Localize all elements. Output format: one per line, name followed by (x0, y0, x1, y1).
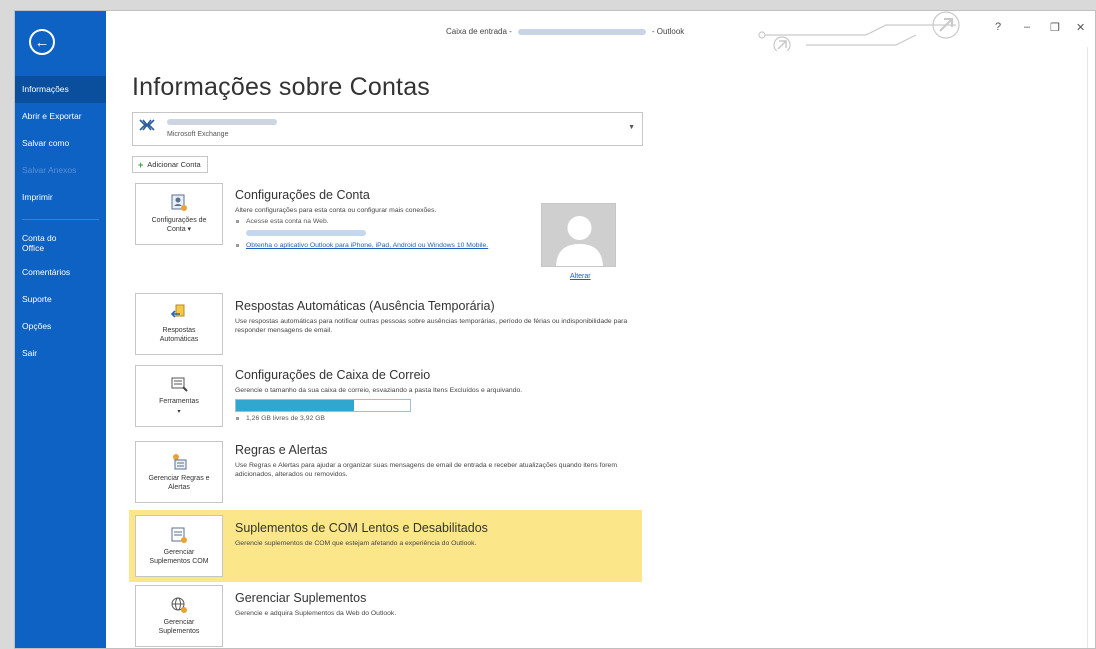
manage-addins-button[interactable]: Gerenciar Suplementos (135, 585, 223, 647)
bullet-web-access: Acesse esta conta na Web. (236, 218, 329, 225)
backstage-nav: Informações Abrir e Exportar Salvar como… (15, 76, 106, 367)
nav-item-abrir-exportar[interactable]: Abrir e Exportar (15, 103, 106, 130)
auto-replies-title: Respostas Automáticas (Ausência Temporár… (235, 299, 495, 313)
auto-reply-icon (170, 304, 185, 318)
minimize-button[interactable]: – (1024, 21, 1030, 33)
auto-replies-button[interactable]: Respostas Automáticas (135, 293, 223, 355)
section-rules: Gerenciar Regras e Alertas Regras e Aler… (132, 441, 642, 505)
chevron-down-icon: ▼ (628, 124, 635, 131)
auto-replies-tile-label: Respostas Automáticas (159, 327, 199, 343)
web-access-text: Acesse esta conta na Web. (246, 218, 329, 225)
nav-item-salvar-anexos: Salvar Anexos (22, 165, 77, 175)
redacted-account-email (167, 119, 277, 125)
window-title-suffix: - Outlook (651, 27, 685, 36)
plus-icon: + (138, 159, 144, 170)
account-selector[interactable]: Microsoft Exchange ▼ (132, 112, 643, 146)
mailbox-tools-button[interactable]: Ferramentas ▾ (135, 365, 223, 427)
rules-title: Regras e Alertas (235, 443, 328, 457)
nav-item-imprimir[interactable]: Imprimir (15, 184, 106, 211)
add-account-button[interactable]: + Adicionar Conta (132, 156, 208, 173)
rules-alerts-icon (173, 454, 187, 470)
mobile-app-link[interactable]: Obtenha o aplicativo Outlook para iPhone… (246, 242, 488, 249)
account-settings-desc: Altere configurações para esta conta ou … (235, 207, 437, 214)
exchange-icon (139, 119, 155, 131)
account-info-page: Informações sobre Contas Microsoft Excha… (106, 47, 1095, 648)
section-auto-replies: Respostas Automáticas Respostas Automáti… (132, 293, 642, 357)
nav-item-comentarios[interactable]: Comentários (15, 259, 106, 286)
window-title: Caixa de entrada - - Outlook (446, 27, 684, 36)
globe-addins-icon (171, 597, 187, 613)
account-type: Microsoft Exchange (167, 131, 229, 138)
manage-com-addins-tile-label: Gerenciar Suplementos COM (149, 549, 209, 565)
addins-desc: Gerencie e adquira Suplementos da Web do… (235, 610, 397, 617)
mailbox-tools-icon (171, 377, 188, 392)
help-button[interactable]: ? (995, 21, 1001, 33)
account-settings-title: Configurações de Conta (235, 188, 370, 202)
add-account-label: Adicionar Conta (147, 160, 201, 169)
nav-item-suporte[interactable]: Suporte (15, 286, 106, 313)
nav-item-salvar-como[interactable]: Salvar como (15, 130, 106, 157)
nav-divider (22, 219, 99, 220)
auto-replies-desc: Use respostas automáticas para notificar… (235, 318, 628, 334)
bullet-mobile-app: Obtenha o aplicativo Outlook para iPhone… (236, 242, 488, 249)
redacted-email (517, 28, 646, 35)
mailbox-usage-fill (236, 400, 355, 411)
addins-title: Gerenciar Suplementos (235, 591, 367, 605)
window-title-prefix: Caixa de entrada - (446, 27, 512, 36)
close-button[interactable]: ✕ (1076, 21, 1085, 34)
outlook-window: ← Informações Abrir e Exportar Salvar co… (14, 10, 1096, 649)
redacted-link (246, 230, 366, 237)
account-settings-tile-label: Configurações de Conta ▾ (151, 217, 207, 233)
account-settings-button[interactable]: Configurações de Conta ▾ (135, 183, 223, 245)
com-addins-desc: Gerencie suplementos de COM que estejam … (235, 540, 477, 547)
nav-item-informacoes[interactable]: Informações (15, 76, 106, 103)
title-bar: Caixa de entrada - - Outlook ? – ❐ ✕ (106, 11, 1095, 51)
mailbox-free-text: 1,26 GB livres de 3,92 GB (246, 415, 325, 422)
backstage-sidebar: ← Informações Abrir e Exportar Salvar co… (15, 11, 106, 648)
mailbox-tools-tile-label: Ferramentas (159, 398, 199, 405)
vertical-scrollbar[interactable] (1087, 47, 1095, 648)
page-title: Informações sobre Contas (132, 73, 431, 101)
section-com-addins: Gerenciar Suplementos COM Suplementos de… (129, 510, 642, 582)
manage-com-addins-button[interactable]: Gerenciar Suplementos COM (135, 515, 223, 577)
mailbox-usage-bar (235, 399, 411, 412)
back-arrow-icon[interactable]: ← (29, 29, 55, 55)
manage-addins-tile-label: Gerenciar Suplementos (158, 619, 200, 635)
mailbox-quota: 1,26 GB livres de 3,92 GB (236, 415, 325, 422)
nav-item-opcoes[interactable]: Opções (15, 313, 106, 340)
mailbox-title: Configurações de Caixa de Correio (235, 368, 431, 382)
account-settings-icon (171, 194, 187, 211)
manage-rules-button[interactable]: Gerenciar Regras e Alertas (135, 441, 223, 503)
com-addins-icon (171, 527, 187, 543)
user-silhouette-icon (542, 204, 615, 266)
nav-item-conta-office[interactable]: Conta do Office (15, 229, 65, 259)
web-access-link[interactable] (236, 230, 366, 237)
profile-photo[interactable] (541, 203, 616, 267)
mailbox-desc: Gerencie o tamanho da sua caixa de corre… (235, 387, 523, 394)
manage-rules-tile-label: Gerenciar Regras e Alertas (148, 475, 210, 491)
chevron-down-icon: ▾ (177, 409, 181, 415)
restore-button[interactable]: ❐ (1050, 21, 1060, 34)
change-photo-link[interactable]: Alterar (570, 273, 591, 280)
nav-item-sair[interactable]: Sair (15, 340, 106, 367)
section-addins: Gerenciar Suplementos Gerenciar Suplemen… (132, 585, 642, 648)
com-addins-title: Suplementos de COM Lentos e Desabilitado… (235, 521, 488, 535)
rules-desc: Use Regras e Alertas para ajudar a organ… (235, 462, 617, 478)
